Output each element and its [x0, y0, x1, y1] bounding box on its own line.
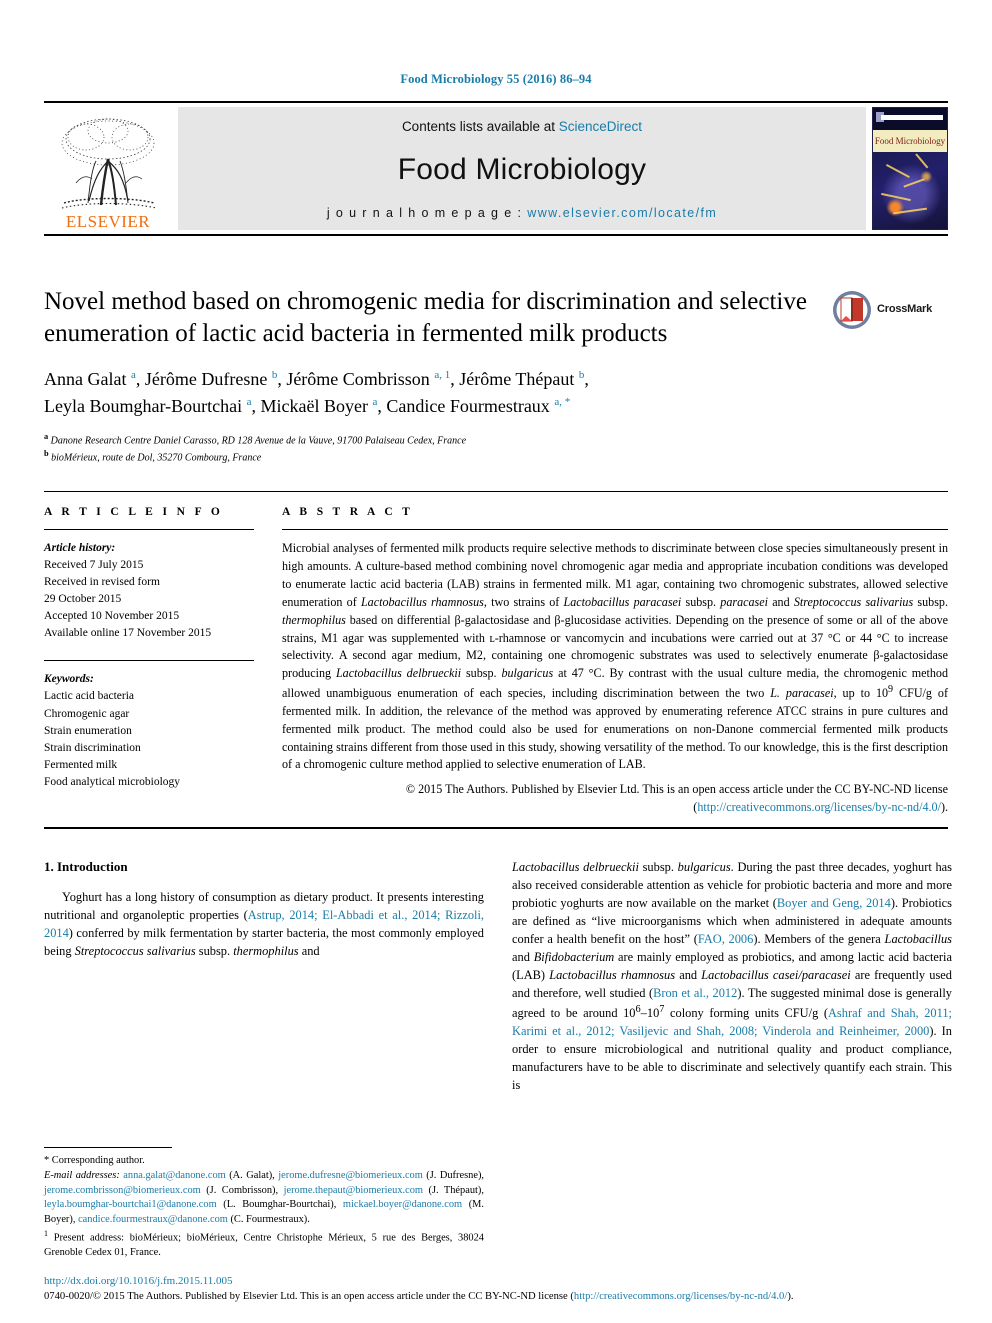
article-history-item: Accepted 10 November 2015 [44, 610, 180, 623]
article-history-item: Received 7 July 2015 [44, 559, 144, 572]
crossmark-badge[interactable]: CrossMark [832, 286, 948, 350]
footnote-present-address: 1 Present address: bioMérieux; bioMérieu… [44, 1229, 484, 1259]
article-history-item: Available online 17 November 2015 [44, 627, 212, 640]
homepage-prefix: j o u r n a l h o m e p a g e : [326, 206, 528, 220]
elsevier-wordmark: ELSEVIER [65, 212, 151, 231]
journal-cover-thumbnail: Food Microbiology [872, 107, 948, 230]
article-history: Article history: Received 7 July 2015 Re… [44, 540, 254, 642]
keywords-block: Keywords: Lactic acid bacteria Chromogen… [44, 671, 254, 790]
abstract-copyright: © 2015 The Authors. Published by Elsevie… [282, 781, 948, 817]
abstract-body: Microbial analyses of fermented milk pro… [282, 541, 949, 772]
footnote-area: * Corresponding author. E-mail addresses… [44, 1147, 484, 1261]
footnote-corresponding-author: * Corresponding author. [44, 1155, 145, 1167]
article-info-heading: A R T I C L E I N F O [44, 506, 224, 519]
article-history-item: 29 October 2015 [44, 593, 122, 606]
affiliation-a-text: Danone Research Centre Daniel Carasso, R… [50, 435, 467, 447]
intro-paragraph-left: Yoghurt has a long history of consumptio… [44, 889, 484, 958]
cover-title-band: Food Microbiology [873, 130, 947, 152]
title-row: Novel method based on chromogenic media … [44, 286, 948, 350]
running-head: Food Microbiology 55 (2016) 86–94 [400, 72, 592, 86]
copyright-suffix: ). [940, 800, 948, 814]
journal-homepage-link[interactable]: www.elsevier.com/locate/fm [527, 206, 717, 220]
intro-paragraph-right: Lactobacillus delbrueckii subsp. bulgari… [512, 859, 953, 1092]
affiliation-a: a Danone Research Centre Daniel Carasso,… [44, 431, 467, 447]
keyword-item: Strain discrimination [44, 741, 141, 754]
page-footer: http://dx.doi.org/10.1016/j.fm.2015.11.0… [44, 1274, 948, 1305]
footnote-rule [44, 1147, 172, 1149]
affiliation-b: b bioMérieux, route de Dol, 35270 Combou… [44, 449, 262, 464]
article-history-item: Received in revised form [44, 576, 160, 589]
journal-name: Food Microbiology [397, 153, 647, 186]
keyword-item: Fermented milk [44, 758, 118, 771]
cover-artwork [873, 152, 947, 229]
abstract-rule [282, 529, 948, 531]
affiliation-b-text: bioMérieux, route de Dol, 35270 Combourg… [51, 452, 262, 464]
author-list: Anna Galat a, Jérôme Dufresne b, Jérôme … [44, 366, 834, 421]
body-columns: 1. Introduction Yoghurt has a long histo… [44, 859, 952, 1095]
license-prefix: 0740-0020/© 2015 The Authors. Published … [44, 1291, 574, 1303]
abstract-column: A B S T R A C T Microbial analyses of fe… [282, 506, 948, 816]
contents-band: Contents lists available at ScienceDirec… [178, 107, 866, 230]
affiliations: a Danone Research Centre Daniel Carasso,… [44, 431, 948, 466]
keywords-label: Keywords: [44, 673, 94, 686]
keyword-item: Food analytical microbiology [44, 775, 181, 788]
cover-top-bar [881, 115, 943, 120]
cover-title-text: Food Microbiology [874, 136, 946, 146]
section-heading-introduction: 1. Introduction [44, 858, 128, 874]
sciencedirect-link[interactable]: ScienceDirect [559, 119, 642, 134]
author-line-1: Anna Galat a, Jérôme Dufresne b, Jérôme … [44, 369, 589, 389]
article-history-label: Article history: [44, 542, 116, 555]
body-column-right: Lactobacillus delbrueckii subsp. bulgari… [512, 859, 952, 1095]
journal-masthead: ELSEVIER Contents lists available at Sci… [44, 101, 948, 236]
body-column-left: 1. Introduction Yoghurt has a long histo… [44, 859, 484, 1095]
contents-available-line: Contents lists available at ScienceDirec… [402, 119, 642, 134]
license-suffix: ). [787, 1291, 794, 1303]
elsevier-logo: ELSEVIER [44, 103, 172, 234]
article-info-rule [44, 529, 254, 531]
info-abstract-block: A R T I C L E I N F O Article history: R… [44, 491, 948, 829]
journal-homepage-line: j o u r n a l h o m e p a g e : www.else… [327, 206, 717, 220]
footnote-emails: E-mail addresses: anna.galat@danone.com … [44, 1169, 484, 1226]
keyword-item: Lactic acid bacteria [44, 690, 135, 703]
elsevier-tree-icon [61, 118, 157, 209]
article-info-column: A R T I C L E I N F O Article history: R… [44, 506, 282, 816]
keyword-item: Strain enumeration [44, 724, 132, 737]
crossmark-label: CrossMark [877, 303, 933, 315]
doi-link[interactable]: http://dx.doi.org/10.1016/j.fm.2015.11.0… [44, 1274, 948, 1289]
author-line-2: Leyla Boumghar-Bourtchai a, Mickaël Boye… [44, 396, 571, 417]
page-title: Novel method based on chromogenic media … [44, 288, 807, 347]
journal-article-page: Food Microbiology 55 (2016) 86–94 ELSEVI… [0, 0, 992, 1323]
contents-prefix: Contents lists available at [401, 119, 559, 134]
keywords-rule [44, 660, 254, 662]
footer-license-link[interactable]: http://creativecommons.org/licenses/by-n… [574, 1291, 787, 1302]
abstract-heading: A B S T R A C T [282, 506, 414, 519]
copyright-license-link[interactable]: http://creativecommons.org/licenses/by-n… [697, 800, 941, 814]
license-line: 0740-0020/© 2015 The Authors. Published … [44, 1289, 948, 1305]
crossmark-icon [833, 291, 871, 329]
keyword-item: Chromogenic agar [44, 707, 130, 720]
